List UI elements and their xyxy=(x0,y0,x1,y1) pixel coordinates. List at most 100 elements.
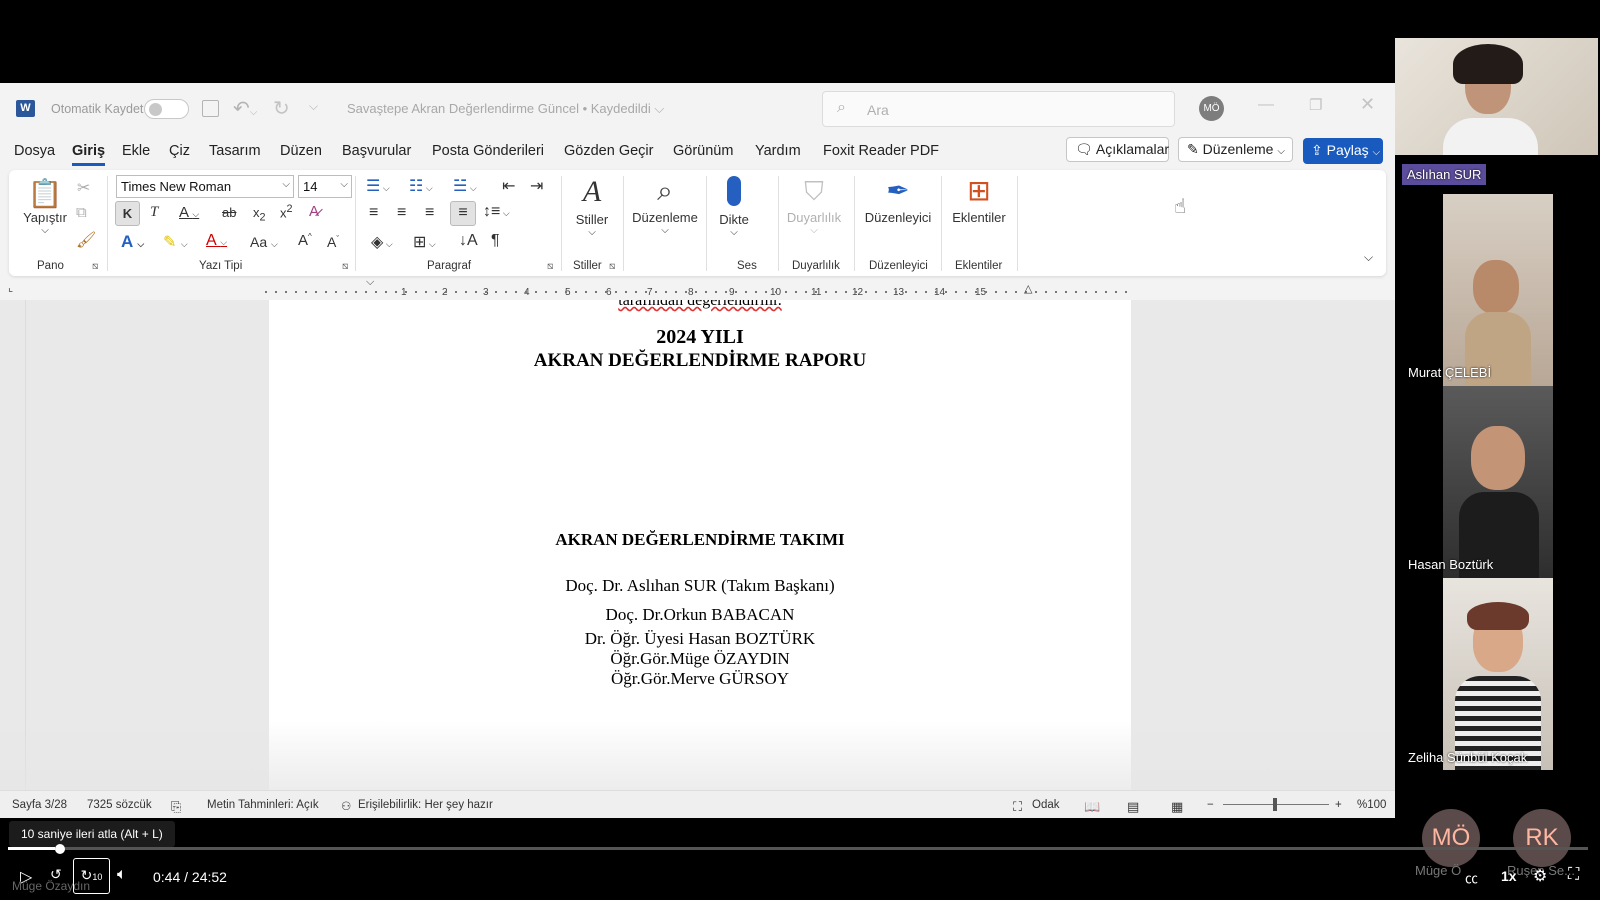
participant-video[interactable] xyxy=(1443,386,1553,578)
superscript-button[interactable]: x2 xyxy=(280,203,293,220)
autosave-toggle[interactable] xyxy=(144,99,189,119)
dictate-button[interactable]: Dikte ⌵ xyxy=(714,172,754,238)
multilevel-list-icon[interactable]: ☱ ⌵ xyxy=(453,176,477,196)
participant-avatar[interactable]: MÖ xyxy=(1422,809,1480,867)
align-center-icon[interactable]: ≡ xyxy=(397,204,406,222)
search-box[interactable]: ⌕ Ara xyxy=(822,91,1175,127)
strikethrough-button[interactable]: ab xyxy=(222,205,236,220)
text-effects-icon[interactable]: A ⌵ xyxy=(121,232,144,252)
show-formatting-icon[interactable]: ¶ xyxy=(491,232,500,250)
video-progress-handle[interactable] xyxy=(55,844,65,854)
font-name-select[interactable]: Times New Roman ⌵ xyxy=(116,175,294,198)
editing-button[interactable]: ⌕ Düzenleme ⌵ xyxy=(627,172,703,236)
zoom-slider-handle[interactable] xyxy=(1273,798,1277,811)
tab-ciz[interactable]: Çiz xyxy=(169,143,190,159)
document-title[interactable]: Savaştepe Akran Değerlendirme Güncel • K… xyxy=(347,101,664,117)
proofing-icon[interactable]: ⎘ xyxy=(171,799,181,815)
user-avatar[interactable]: MÖ xyxy=(1199,96,1224,121)
line-spacing-icon[interactable]: ↕≡ ⌵ xyxy=(483,203,510,221)
shading-icon[interactable]: ◈ ⌵ xyxy=(371,232,393,252)
document-page[interactable]: tarafından değerlendirilir. 2024 YILI AK… xyxy=(269,300,1131,790)
dialog-launcher-icon[interactable]: ⧅ xyxy=(547,261,553,272)
web-layout-icon[interactable]: ▦ xyxy=(1171,799,1183,815)
comments-button[interactable]: 🗨 Açıklamalar xyxy=(1066,137,1169,162)
bold-button[interactable]: K xyxy=(115,201,140,226)
paste-button[interactable]: 📋 Yapıştır ⌵ xyxy=(23,178,67,236)
italic-button[interactable]: T xyxy=(150,204,158,221)
justify-button[interactable]: ≡ xyxy=(450,201,476,226)
bullets-icon[interactable]: ☰ ⌵ xyxy=(366,176,390,196)
increase-indent-icon[interactable]: ⇥ xyxy=(530,176,543,196)
indent-marker-icon[interactable]: ⌵ xyxy=(366,276,374,289)
editor-button[interactable]: ✒ Düzenleyici xyxy=(862,172,934,225)
tab-gozden-gecir[interactable]: Gözden Geçir xyxy=(564,143,653,159)
numbering-icon[interactable]: ☷ ⌵ xyxy=(409,176,433,196)
accessibility-status[interactable]: Erişilebilirlik: Her şey hazır xyxy=(358,799,493,811)
clear-formatting-icon[interactable]: A̷ xyxy=(309,203,319,220)
redo-icon[interactable]: ↻ xyxy=(273,96,290,121)
focus-mode[interactable]: Odak xyxy=(1032,799,1060,811)
restore-icon[interactable]: ❐ xyxy=(1309,96,1322,114)
tab-dosya[interactable]: Dosya xyxy=(14,143,55,159)
close-icon[interactable]: ✕ xyxy=(1360,94,1375,115)
underline-button[interactable]: A ⌵ xyxy=(179,204,199,221)
participant-video[interactable] xyxy=(1443,578,1553,770)
tab-ekle[interactable]: Ekle xyxy=(122,143,150,159)
dialog-launcher-icon[interactable]: ⧅ xyxy=(609,261,615,272)
zoom-in-icon[interactable]: + xyxy=(1335,799,1342,811)
fullscreen-icon[interactable]: ⛶ xyxy=(1568,866,1579,884)
copy-icon[interactable]: ⧉ xyxy=(76,204,87,221)
customize-toolbar-icon[interactable]: ⌵ xyxy=(309,99,318,114)
change-case-icon[interactable]: Aa ⌵ xyxy=(250,234,278,250)
text-predictions[interactable]: Metin Tahminleri: Açık xyxy=(207,799,319,811)
tab-tasarim[interactable]: Tasarım xyxy=(209,143,261,159)
zoom-out-icon[interactable]: − xyxy=(1207,799,1214,811)
align-left-icon[interactable]: ≡ xyxy=(369,204,378,222)
tab-stop-icon[interactable]: ⌞ xyxy=(8,281,13,294)
share-button[interactable]: ⇪ Paylaş ⌵ xyxy=(1303,138,1383,164)
cut-icon[interactable]: ✂ xyxy=(77,178,90,198)
undo-icon[interactable]: ↶⌵ xyxy=(233,96,257,121)
volume-icon[interactable]: 🔈︎ xyxy=(117,866,127,884)
font-color-icon[interactable]: A ⌵ xyxy=(206,232,227,250)
tab-foxit[interactable]: Foxit Reader PDF xyxy=(823,143,939,159)
dialog-launcher-icon[interactable]: ⧅ xyxy=(342,261,348,272)
borders-icon[interactable]: ⊞ ⌵ xyxy=(413,232,436,252)
styles-button[interactable]: A Stiller ⌵ xyxy=(567,172,617,238)
align-right-icon[interactable]: ≡ xyxy=(425,204,434,222)
subscript-button[interactable]: x2 xyxy=(253,205,266,224)
participant-video[interactable] xyxy=(1395,38,1598,155)
read-mode-icon[interactable]: 📖 xyxy=(1084,799,1100,815)
decrease-indent-icon[interactable]: ⇤ xyxy=(502,176,515,196)
tab-gorunum[interactable]: Görünüm xyxy=(673,143,733,159)
tab-giris[interactable]: Giriş xyxy=(72,143,106,166)
sort-icon[interactable]: ↓A xyxy=(459,232,478,250)
search-input[interactable]: Ara xyxy=(867,102,889,118)
print-layout-icon[interactable]: ▤ xyxy=(1127,799,1139,815)
settings-icon[interactable]: ⚙ xyxy=(1533,866,1547,886)
playback-speed[interactable]: 1x xyxy=(1501,868,1517,884)
font-size-select[interactable]: 14 ⌵ xyxy=(298,175,352,198)
highlight-icon[interactable]: ✎ ⌵ xyxy=(163,232,188,252)
addins-button[interactable]: ⊞ Eklentiler xyxy=(949,172,1009,225)
captions-icon[interactable]: ㏄ xyxy=(1465,868,1478,887)
tab-posta[interactable]: Posta Gönderileri xyxy=(432,143,544,159)
dialog-launcher-icon[interactable]: ⧅ xyxy=(92,261,98,272)
minimize-icon[interactable]: — xyxy=(1258,96,1274,114)
participant-video[interactable] xyxy=(1443,194,1553,386)
shrink-font-icon[interactable]: Aˇ xyxy=(327,234,339,250)
participant-avatar[interactable]: RK xyxy=(1513,809,1571,867)
page-count[interactable]: Sayfa 3/28 xyxy=(12,799,67,811)
video-progress-bar[interactable] xyxy=(8,847,1588,850)
format-painter-icon[interactable]: 🖌 xyxy=(76,230,96,250)
tab-duzen[interactable]: Düzen xyxy=(280,143,322,159)
zoom-level[interactable]: %100 xyxy=(1357,799,1386,811)
save-icon[interactable] xyxy=(202,100,219,117)
editing-mode-button[interactable]: ✎ Düzenleme ⌵ xyxy=(1178,137,1293,162)
tab-yardim[interactable]: Yardım xyxy=(755,143,801,159)
tab-basvurular[interactable]: Başvurular xyxy=(342,143,411,159)
sensitivity-button[interactable]: ⛉ Duyarlılık ⌵ xyxy=(785,172,843,236)
word-count[interactable]: 7325 sözcük xyxy=(87,799,152,811)
right-indent-marker-icon[interactable]: △ xyxy=(1024,282,1032,295)
grow-font-icon[interactable]: A^ xyxy=(298,232,312,249)
